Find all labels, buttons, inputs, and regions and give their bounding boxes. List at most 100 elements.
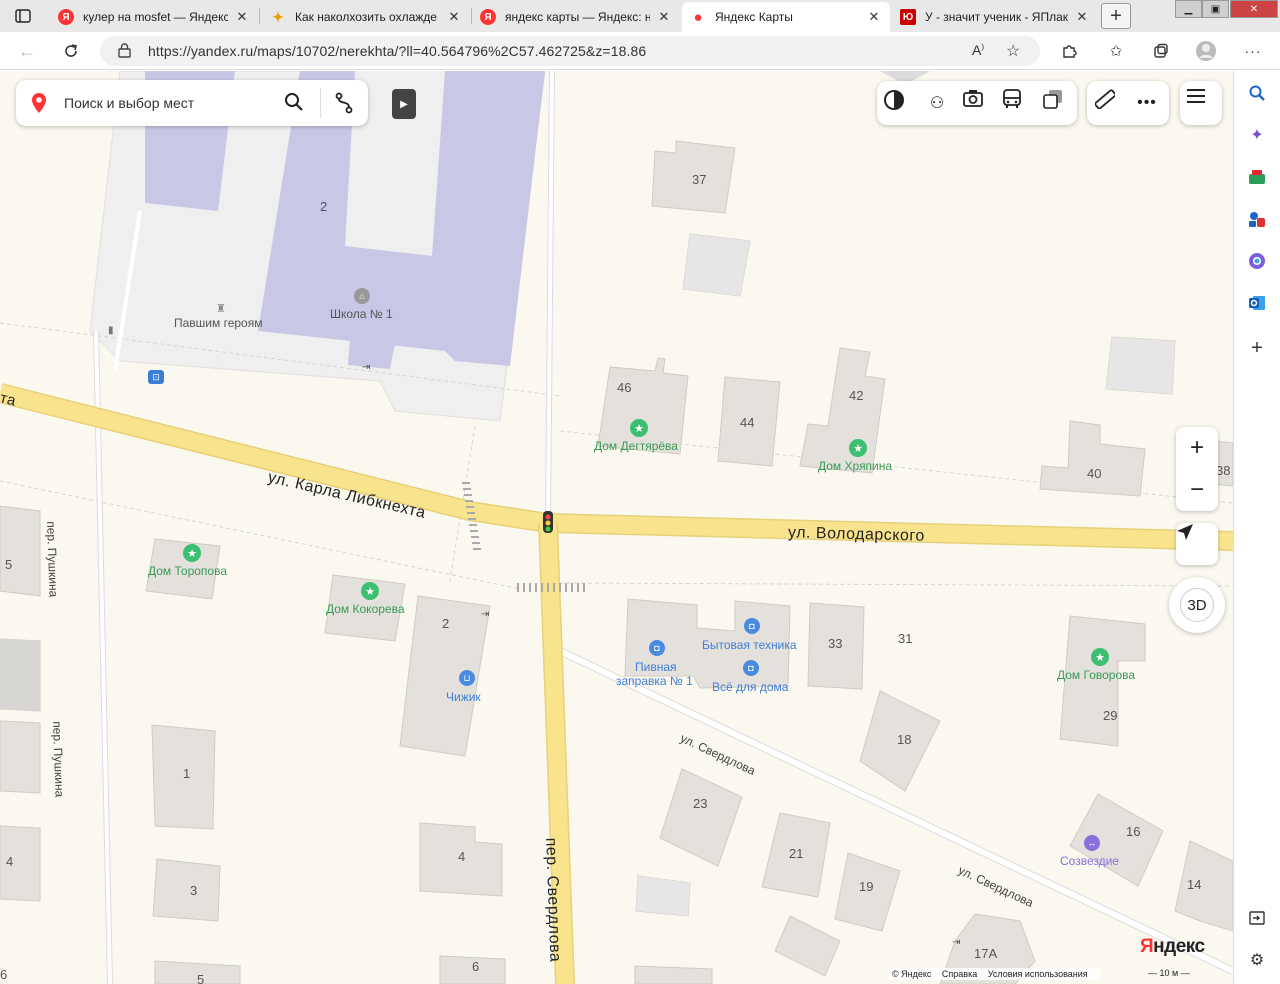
- layers-stack-icon[interactable]: [1043, 89, 1071, 117]
- house-number: 6: [0, 967, 8, 982]
- tab-actions-icon[interactable]: [6, 4, 40, 28]
- poi-home-goods[interactable]: Всё для дома: [712, 680, 788, 694]
- poi-appliances[interactable]: Бытовая техника: [702, 638, 797, 652]
- close-tab-icon[interactable]: ✕: [234, 9, 250, 25]
- transit-bus-icon[interactable]: [1003, 89, 1031, 117]
- map-scale: — 10 м —: [1148, 968, 1190, 978]
- my-location-button[interactable]: [1176, 523, 1218, 565]
- map-layer-icon[interactable]: [883, 89, 911, 117]
- back-arrow-icon[interactable]: ←: [14, 39, 40, 63]
- close-tab-icon[interactable]: ✕: [866, 9, 882, 25]
- sidebar-expand-button[interactable]: ▶: [392, 89, 416, 119]
- profile-avatar[interactable]: [1193, 39, 1219, 63]
- add-sidebar-app-icon[interactable]: +: [1244, 335, 1270, 361]
- tab-4-active[interactable]: ● Яндекс Карты ✕: [682, 2, 890, 32]
- terms-link[interactable]: Условия использования: [988, 969, 1088, 979]
- landmark-star-icon[interactable]: ★: [183, 544, 201, 562]
- landmark-star-icon[interactable]: ★: [849, 439, 867, 457]
- refresh-icon[interactable]: [58, 39, 84, 63]
- poi-govorova[interactable]: Дом Говорова: [1057, 668, 1135, 682]
- school-icon[interactable]: ⌂: [354, 288, 370, 304]
- sidebar-settings-gear-icon[interactable]: ⚙: [1244, 947, 1270, 973]
- school-entrance-wing: [348, 339, 395, 369]
- entertainment-icon[interactable]: ↔: [1084, 835, 1100, 851]
- house-number: 2: [320, 199, 328, 214]
- search-icon[interactable]: [1244, 80, 1270, 106]
- favorites-icon[interactable]: ✩: [1103, 39, 1129, 63]
- yaplakal-favicon-icon: Ю: [900, 9, 916, 25]
- tab-3[interactable]: Я яндекс карты — Яндекс: н ✕: [472, 2, 680, 32]
- habr-favicon-icon: ✦: [272, 8, 284, 25]
- url-field[interactable]: https://yandex.ru/maps/10702/nerekhta/?l…: [100, 36, 1040, 66]
- tab-1[interactable]: Я кулер на mosfet — Яндекс ✕: [50, 2, 258, 32]
- add-favorite-star-icon[interactable]: ☆: [1006, 41, 1020, 61]
- poi-kokoreva[interactable]: Дом Кокорева: [326, 602, 405, 616]
- help-link[interactable]: Справка: [942, 969, 977, 979]
- photo-camera-icon[interactable]: [963, 89, 991, 117]
- tab-title: Яндекс Карты: [715, 10, 793, 24]
- tab-title: яндекс карты — Яндекс: н: [505, 10, 650, 24]
- poi-school[interactable]: Школа № 1: [330, 307, 393, 321]
- poi-sozvezdie[interactable]: Созвездие: [1060, 854, 1119, 868]
- house-number: 33: [828, 636, 843, 651]
- tools-control-group: •••: [1087, 81, 1169, 125]
- lock-icon[interactable]: [118, 43, 131, 63]
- poi-beer-line1[interactable]: Пивная: [635, 660, 677, 674]
- tab-5[interactable]: Ю У - значит ученик - ЯПлак ✕: [892, 2, 1098, 32]
- more-tools-icon[interactable]: •••: [1133, 89, 1161, 117]
- copyright-text[interactable]: © Яндекс: [892, 969, 931, 979]
- tab-2[interactable]: ✦ Как наколхозить охлажде ✕: [262, 2, 470, 32]
- map-canvas[interactable]: ул. Карла Либкнехта ул. Володарского пер…: [0, 71, 1233, 984]
- close-tab-icon[interactable]: ✕: [1074, 9, 1090, 25]
- poi-chizhik[interactable]: Чижик: [446, 690, 481, 704]
- ruler-icon[interactable]: [1095, 89, 1123, 117]
- hide-sidebar-icon[interactable]: [1244, 905, 1270, 931]
- collections-icon[interactable]: [1148, 39, 1174, 63]
- school-transport-icon[interactable]: ⊡: [148, 370, 164, 384]
- close-tab-icon[interactable]: ✕: [656, 9, 672, 25]
- close-window-button[interactable]: ✕: [1230, 0, 1278, 18]
- games-icon[interactable]: [1244, 206, 1270, 232]
- zoom-out-button[interactable]: −: [1176, 469, 1218, 511]
- extensions-puzzle-icon[interactable]: [1056, 39, 1082, 63]
- hamburger-menu-icon[interactable]: [1187, 89, 1215, 117]
- maximize-button[interactable]: ▣: [1202, 0, 1229, 18]
- shopping-icon[interactable]: [1244, 164, 1270, 190]
- poi-toropova[interactable]: Дом Торопова: [148, 564, 227, 578]
- search-placeholder[interactable]: Поиск и выбор мест: [64, 95, 194, 111]
- zoom-in-button[interactable]: +: [1176, 427, 1218, 469]
- outlook-icon[interactable]: [1244, 290, 1270, 316]
- landmark-star-icon[interactable]: ★: [1091, 648, 1109, 666]
- house-number: 5: [5, 557, 13, 572]
- panorama-people-icon[interactable]: ⚇: [923, 89, 951, 117]
- landmark-star-icon[interactable]: ★: [361, 582, 379, 600]
- shopping-bag-icon[interactable]: ◘: [649, 640, 665, 656]
- house-number: 4: [458, 849, 466, 864]
- microsoft365-icon[interactable]: [1244, 248, 1270, 274]
- shopping-basket-icon[interactable]: ⊔: [459, 670, 475, 686]
- poi-khryapina[interactable]: Дом Хряпина: [818, 459, 892, 473]
- poi-degtyareva[interactable]: Дом Дегтярёва: [594, 439, 678, 453]
- yandex-logo[interactable]: Яндекс: [1140, 936, 1205, 958]
- close-tab-icon[interactable]: ✕: [446, 9, 462, 25]
- minimize-button[interactable]: ▁: [1175, 0, 1202, 18]
- building-dark: [0, 639, 40, 711]
- shopping-bag-icon[interactable]: ◘: [744, 618, 760, 634]
- poi-monument[interactable]: Павшим героям: [174, 316, 262, 330]
- tab-title: У - значит ученик - ЯПлак: [925, 10, 1068, 24]
- menu-button[interactable]: [1180, 81, 1222, 125]
- poi-beer-line2[interactable]: заправка № 1: [616, 674, 693, 688]
- house-number: 3: [190, 883, 198, 898]
- read-aloud-icon[interactable]: A): [972, 42, 984, 58]
- url-text[interactable]: https://yandex.ru/maps/10702/nerekhta/?l…: [148, 43, 646, 59]
- monument-icon[interactable]: ♜: [216, 302, 226, 315]
- landmark-star-icon[interactable]: ★: [630, 419, 648, 437]
- 3d-label[interactable]: 3D: [1180, 588, 1214, 622]
- house-number: 14: [1187, 877, 1202, 892]
- 3d-toggle-button[interactable]: 3D: [1169, 577, 1225, 633]
- new-tab-button[interactable]: +: [1101, 3, 1131, 29]
- map-search-box[interactable]: Поиск и выбор мест: [16, 80, 368, 126]
- settings-more-icon[interactable]: ···: [1240, 39, 1266, 63]
- shopping-bag-icon[interactable]: ◘: [743, 660, 759, 676]
- copilot-sparkle-icon[interactable]: ✦: [1244, 122, 1270, 148]
